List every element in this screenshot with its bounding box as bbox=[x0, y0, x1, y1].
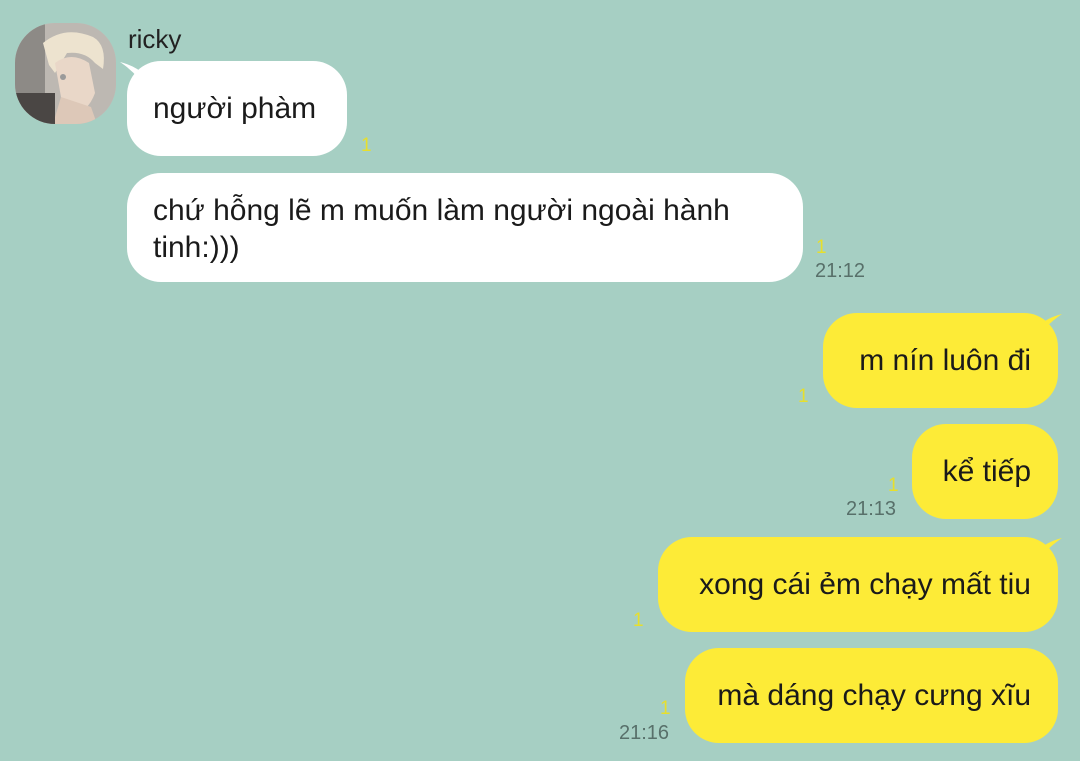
read-indicator: 1 bbox=[660, 698, 671, 719]
message-bubble-outgoing[interactable]: mà dáng chạy cưng xĩu bbox=[685, 648, 1058, 743]
message-text: m nín luôn đi bbox=[859, 344, 1031, 377]
read-indicator: 1 bbox=[888, 475, 899, 496]
message-bubble-outgoing[interactable]: kể tiếp bbox=[912, 424, 1058, 519]
message-text: kể tiếp bbox=[942, 455, 1031, 488]
message-text: người phàm bbox=[153, 92, 317, 125]
sender-name: ricky bbox=[128, 24, 182, 54]
message-timestamp: 21:13 bbox=[846, 498, 897, 520]
message-timestamp: 21:16 bbox=[619, 722, 670, 744]
message-bubble-incoming[interactable]: chứ hỗng lẽ m muốn làm người ngoài hành … bbox=[127, 173, 803, 282]
message-bubble-outgoing[interactable]: m nín luôn đi bbox=[823, 313, 1058, 408]
message-timestamp: 21:12 bbox=[815, 260, 866, 282]
message-bubble-incoming[interactable]: người phàm bbox=[127, 61, 347, 156]
read-indicator: 1 bbox=[361, 135, 372, 156]
read-indicator: 1 bbox=[633, 610, 644, 631]
message-text: mà dáng chạy cưng xĩu bbox=[717, 679, 1031, 712]
message-bubble-outgoing[interactable]: xong cái ẻm chạy mất tiu bbox=[658, 537, 1058, 632]
message-text: chứ hỗng lẽ m muốn làm người ngoài hành … bbox=[153, 194, 730, 264]
read-indicator: 1 bbox=[798, 386, 809, 407]
read-indicator: 1 bbox=[816, 237, 827, 258]
contact-avatar[interactable] bbox=[15, 23, 116, 124]
message-text: xong cái ẻm chạy mất tiu bbox=[699, 568, 1031, 601]
chat-conversation: ricky người phàm 1 chứ hỗng lẽ m muốn là… bbox=[0, 0, 1080, 761]
